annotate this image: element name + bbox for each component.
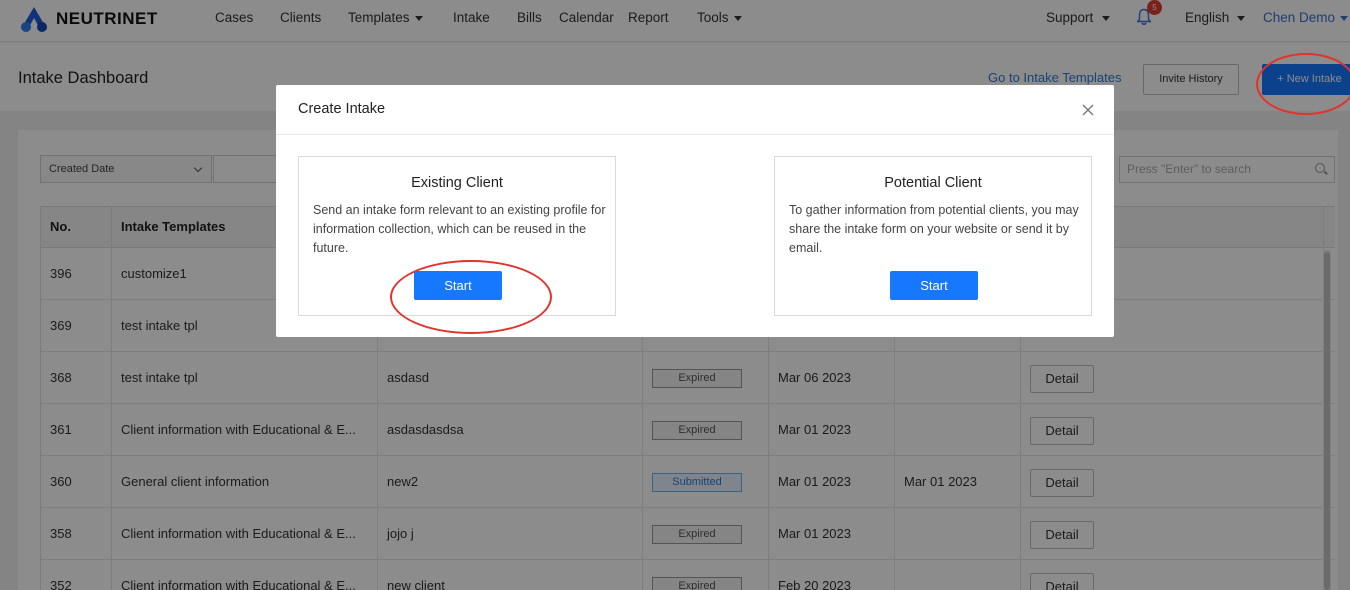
- potential-client-card[interactable]: Potential Client To gather information f…: [774, 156, 1092, 316]
- close-icon[interactable]: [1081, 103, 1095, 117]
- existing-client-description: Send an intake form relevant to an exist…: [313, 203, 606, 255]
- annotation-circle-new-intake: [1256, 53, 1350, 115]
- modal-title: Create Intake: [298, 101, 386, 117]
- modal-header: Create Intake: [276, 85, 1114, 135]
- existing-client-title: Existing Client: [411, 175, 503, 191]
- annotation-circle-start: [390, 260, 552, 334]
- potential-client-description: To gather information from potential cli…: [789, 203, 1079, 255]
- potential-client-title: Potential Client: [884, 175, 982, 191]
- potential-client-start-button[interactable]: Start: [890, 271, 978, 300]
